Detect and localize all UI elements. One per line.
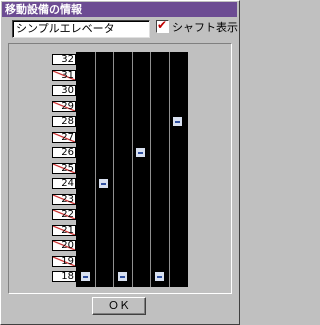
floor-label-19[interactable]: 19 [52,255,76,267]
floor-label-20[interactable]: 20 [52,240,76,251]
elevator-car-icon[interactable] [153,271,165,282]
shaft-divider [131,52,133,287]
floor-label-25[interactable]: 25 [52,162,76,174]
show-shaft-checkbox[interactable]: ✔ [156,18,169,33]
floor-label-21[interactable]: 21 [52,224,76,236]
floor-label-32[interactable]: 32 [52,54,76,65]
shaft-divider [94,52,96,287]
ok-button[interactable]: ＯＫ [92,297,146,315]
floor-label-28[interactable]: 28 [52,116,76,127]
elevator-name-field[interactable]: シンプルエレベータ [12,20,150,38]
floor-label-18[interactable]: 18 [52,271,76,282]
floor-label-30[interactable]: 30 [52,85,76,96]
floor-label-24[interactable]: 24 [52,178,76,189]
floor-label-27[interactable]: 27 [52,131,76,143]
floor-label-22[interactable]: 22 [52,209,76,220]
floor-label-26[interactable]: 26 [52,147,76,158]
elevator-car-icon[interactable] [98,178,109,189]
checkmark-icon: ✔ [157,18,168,32]
window-title: 移動設備の情報 [5,3,82,16]
elevator-car-icon[interactable] [79,271,91,282]
shaft-divider [150,52,151,287]
show-shaft-label[interactable]: シャフト表示 [172,19,238,35]
floor-label-31[interactable]: 31 [52,69,76,81]
elevator-car-icon[interactable] [135,147,146,158]
shaft-divider [113,52,114,287]
shaft-divider [168,52,170,287]
floor-label-29[interactable]: 29 [52,100,76,112]
title-bar[interactable]: 移動設備の情報 [2,2,237,17]
floor-label-23[interactable]: 23 [52,193,76,205]
elevator-name-value: シンプルエレベータ [16,22,115,35]
elevator-car-icon[interactable] [172,116,183,127]
elevator-car-icon[interactable] [116,271,128,282]
